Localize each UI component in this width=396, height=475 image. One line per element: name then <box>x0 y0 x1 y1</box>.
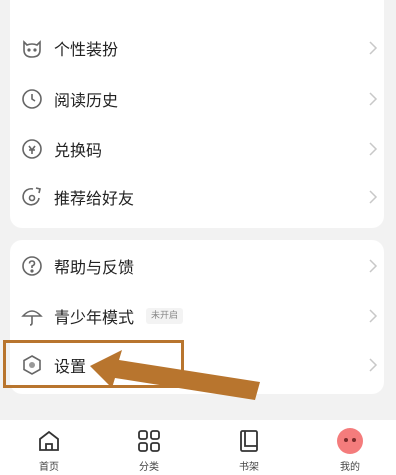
tab-category[interactable]: 分类 <box>119 428 179 475</box>
tab-label: 首页 <box>39 462 59 473</box>
grid-icon <box>138 430 160 452</box>
menu-item-label: 推荐给好友 <box>54 189 135 208</box>
menu-item-label: 兑换码 <box>54 141 103 160</box>
redeem-icon <box>20 137 44 161</box>
menu-card-top: 个性装扮 阅读历史 兑换码 推荐给好友 <box>10 0 384 228</box>
chevron-right-icon <box>368 39 378 57</box>
menu-item-label: 帮助与反馈 <box>54 258 135 277</box>
tab-label: 分类 <box>139 462 159 473</box>
chevron-right-icon <box>368 356 378 374</box>
menu-item-label: 阅读历史 <box>54 91 119 110</box>
tab-label: 我的 <box>340 462 360 473</box>
question-icon <box>20 254 44 278</box>
clock-icon <box>20 87 44 111</box>
menu-item-help[interactable]: 帮助与反馈 <box>10 243 384 289</box>
book-icon <box>240 430 258 452</box>
tab-mine[interactable]: 我的 <box>320 428 380 475</box>
tab-bookshelf[interactable]: 书架 <box>219 428 279 475</box>
avatar-icon <box>337 428 363 454</box>
share-icon <box>20 185 44 209</box>
cat-face-icon <box>20 36 44 60</box>
menu-item-recommend[interactable]: 推荐给好友 <box>10 174 384 220</box>
chevron-right-icon <box>368 307 378 325</box>
chevron-right-icon <box>368 140 378 158</box>
chevron-right-icon <box>368 90 378 108</box>
umbrella-icon <box>20 304 44 328</box>
menu-item-label: 个性装扮 <box>54 40 119 59</box>
chevron-right-icon <box>368 257 378 275</box>
status-badge: 未开启 <box>146 308 184 324</box>
menu-item-youth-mode[interactable]: 青少年模式 未开启 <box>10 293 384 339</box>
tab-label: 书架 <box>239 462 259 473</box>
tab-home[interactable]: 首页 <box>19 428 79 475</box>
highlight-box <box>3 340 184 388</box>
bottom-tab-bar: 首页 分类 书架 我的 <box>0 420 396 475</box>
menu-item-label: 青少年模式 <box>54 308 135 327</box>
home-icon <box>39 430 59 451</box>
menu-item-redeem[interactable]: 兑换码 <box>10 126 384 172</box>
chevron-right-icon <box>368 188 378 206</box>
menu-item-decoration[interactable]: 个性装扮 <box>10 25 384 71</box>
menu-item-history[interactable]: 阅读历史 <box>10 76 384 122</box>
